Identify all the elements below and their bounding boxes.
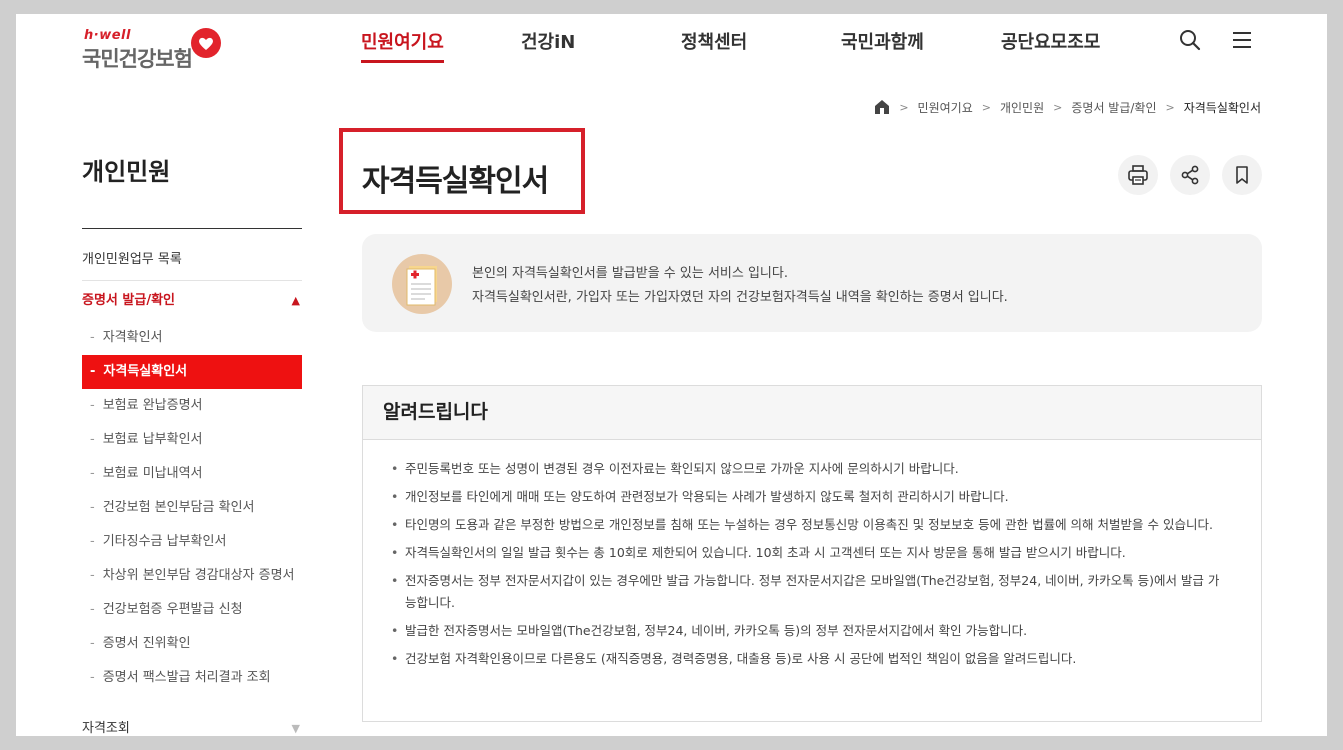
- sidebar-subitem[interactable]: - 기타징수금 납부확인서: [82, 525, 302, 559]
- breadcrumb-current: 자격득실확인서: [1183, 100, 1261, 115]
- bookmark-icon: [1236, 166, 1248, 184]
- breadcrumb-separator: >: [1053, 100, 1063, 114]
- sidebar-item-label: 증명서 발급/확인: [82, 293, 175, 308]
- breadcrumb-separator: >: [981, 100, 991, 114]
- notice-list: 주민등록번호 또는 성명이 변경된 경우 이전자료는 확인되지 않으므로 가까운…: [363, 440, 1261, 670]
- logo-tagline: h·well: [84, 28, 131, 43]
- notice-item: 주민등록번호 또는 성명이 변경된 경우 이전자료는 확인되지 않으므로 가까운…: [391, 458, 1221, 480]
- sidebar-subitem[interactable]: - 자격확인서: [82, 321, 302, 355]
- sidebar-item-label: 자격조회: [82, 721, 130, 736]
- bookmark-button[interactable]: [1222, 155, 1262, 195]
- page-title: 자격득실확인서: [362, 164, 549, 199]
- nav-item-health-in[interactable]: 건강iN: [521, 28, 575, 60]
- sidebar-subitem-label: 보험료 미납내역서: [102, 466, 203, 481]
- breadcrumb-separator: >: [899, 100, 909, 114]
- sidebar-subitem[interactable]: - 차상위 본인부담 경감대상자 증명서: [82, 559, 302, 593]
- notice-item: 건강보험 자격확인용이므로 다른용도 (재직증명용, 경력증명용, 대출용 등)…: [391, 648, 1221, 670]
- share-button[interactable]: [1170, 155, 1210, 195]
- sidebar-subitem-label: 차상위 본인부담 경감대상자 증명서: [102, 568, 295, 583]
- notice-panel: 알려드립니다 주민등록번호 또는 성명이 변경된 경우 이전자료는 확인되지 않…: [362, 385, 1262, 722]
- breadcrumb-item[interactable]: 민원여기요: [918, 99, 973, 116]
- print-icon: [1128, 165, 1148, 185]
- service-description: 본인의 자격득실확인서를 발급받을 수 있는 서비스 입니다. 자격득실확인서란…: [472, 262, 1008, 310]
- sidebar-subitem[interactable]: - 보험료 납부확인서: [82, 423, 302, 457]
- sidebar-subitem-label: 보험료 완납증명서: [102, 398, 203, 413]
- share-icon: [1181, 165, 1199, 185]
- sidebar-subitem-label: 증명서 팩스발급 처리결과 조회: [102, 670, 271, 685]
- sidebar-subitem-label: 건강보험 본인부담금 확인서: [102, 500, 255, 515]
- sidebar-title: 개인민원: [82, 158, 171, 186]
- sidebar-subitem-label: 건강보험증 우편발급 신청: [102, 602, 243, 617]
- sidebar-subitem-label: 기타징수금 납부확인서: [102, 534, 227, 549]
- breadcrumb: > 민원여기요 > 개인민원 > 증명서 발급/확인 > 자격득실확인서: [874, 98, 1261, 116]
- notice-item: 타인명의 도용과 같은 부정한 방법으로 개인정보를 침해 또는 누설하는 경우…: [391, 514, 1221, 536]
- notice-item: 전자증명서는 정부 전자문서지갑이 있는 경우에만 발급 가능합니다. 정부 전…: [391, 570, 1221, 614]
- nav-item-policy[interactable]: 정책센터: [681, 28, 747, 60]
- sidebar-subitem[interactable]: - 보험료 미납내역서: [82, 457, 302, 491]
- sidebar-menu: 개인민원업무 목록 증명서 발급/확인 ▲ - 자격확인서 - 자격득실확인서 -보…: [82, 240, 302, 736]
- logo-text: 국민건강보험: [82, 47, 193, 71]
- notice-title: 알려드립니다: [363, 386, 1261, 440]
- sidebar-subitem-label: 자격확인서: [102, 330, 163, 345]
- search-icon[interactable]: [1178, 28, 1202, 52]
- chevron-down-icon: ▼: [291, 722, 300, 735]
- chevron-up-icon: ▲: [291, 294, 300, 307]
- page: h·well 국민건강보험 민원여기요 건강iN 정책센터 국민과함께 공단요모…: [16, 14, 1327, 736]
- sidebar-subitem[interactable]: - 건강보험 본인부담금 확인서: [82, 491, 302, 525]
- sidebar-item-certificate[interactable]: 증명서 발급/확인 ▲: [82, 281, 302, 321]
- home-icon[interactable]: [874, 99, 890, 115]
- notice-item: 발급한 전자증명서는 모바일앱(The건강보험, 정부24, 네이버, 카카오톡…: [391, 620, 1221, 642]
- breadcrumb-separator: >: [1165, 100, 1175, 114]
- sidebar-item-list[interactable]: 개인민원업무 목록: [82, 240, 302, 281]
- nav-item-together[interactable]: 국민과함께: [841, 28, 924, 60]
- sidebar-subitem-active[interactable]: - 자격득실확인서: [82, 355, 302, 389]
- document-icon: [392, 254, 452, 314]
- nav-item-minwon[interactable]: 민원여기요: [361, 28, 444, 63]
- sidebar-subitem[interactable]: - 건강보험증 우편발급 신청: [82, 593, 302, 627]
- info-line: 본인의 자격득실확인서를 발급받을 수 있는 서비스 입니다.: [472, 266, 788, 281]
- sidebar-item-label: 개인민원업무 목록: [82, 252, 182, 267]
- breadcrumb-item[interactable]: 개인민원: [1000, 99, 1044, 116]
- sidebar-subitem[interactable]: - 보험료 완납증명서: [82, 389, 302, 423]
- sidebar-subitem[interactable]: - 증명서 진위확인: [82, 627, 302, 661]
- sidebar-subitem-label: 증명서 진위확인: [102, 636, 191, 651]
- sidebar-subitem[interactable]: - 증명서 팩스발급 처리결과 조회: [82, 661, 302, 695]
- sidebar-subitem-label: 자격득실확인서: [103, 364, 188, 379]
- menu-icon[interactable]: [1230, 28, 1254, 52]
- service-info-box: 본인의 자격득실확인서를 발급받을 수 있는 서비스 입니다. 자격득실확인서란…: [362, 234, 1262, 332]
- site-logo[interactable]: h·well 국민건강보험: [82, 28, 232, 78]
- breadcrumb-item[interactable]: 증명서 발급/확인: [1071, 99, 1156, 116]
- print-button[interactable]: [1118, 155, 1158, 195]
- sidebar-item-eligibility[interactable]: 자격조회 ▼: [82, 709, 302, 736]
- notice-item: 자격득실확인서의 일일 발급 횟수는 총 10회로 제한되어 있습니다. 10회…: [391, 542, 1221, 564]
- notice-item: 개인정보를 타인에게 매매 또는 양도하여 관련정보가 악용되는 사례가 발생하…: [391, 486, 1221, 508]
- sidebar-divider: [82, 228, 302, 229]
- heart-icon: [191, 28, 221, 58]
- nav-item-about[interactable]: 공단요모조모: [1001, 28, 1100, 60]
- info-line: 자격득실확인서란, 가입자 또는 가입자였던 자의 건강보험자격득실 내역을 확…: [472, 290, 1008, 305]
- sidebar-subitem-label: 보험료 납부확인서: [102, 432, 203, 447]
